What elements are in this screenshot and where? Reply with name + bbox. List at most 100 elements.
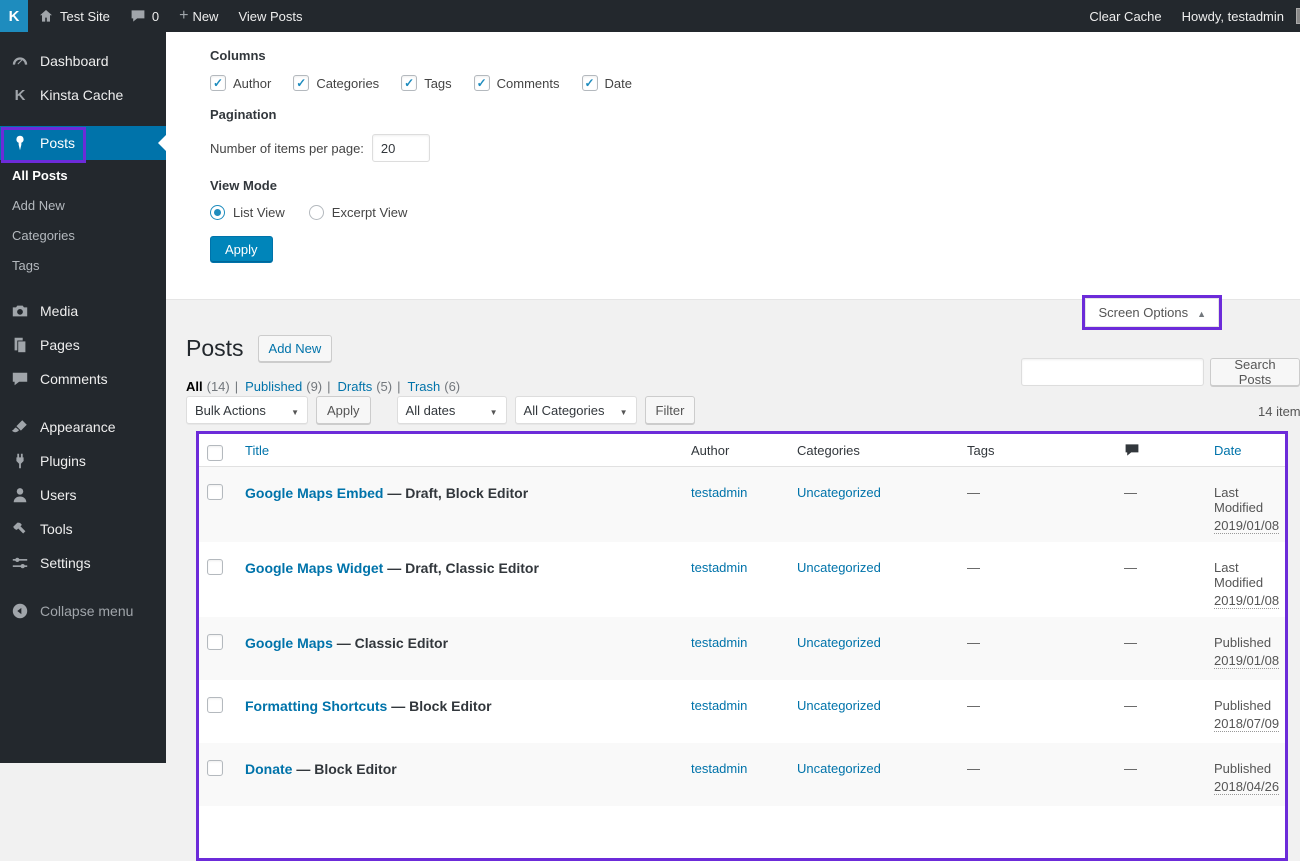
separator: | [234, 379, 239, 394]
sidebar-item-label: Kinsta Cache [40, 87, 124, 103]
kinsta-k-icon: K [14, 86, 26, 104]
bulk-actions-select[interactable]: Bulk Actions [186, 396, 308, 424]
row-checkbox[interactable] [207, 484, 223, 500]
filter-button[interactable]: Filter [644, 396, 696, 424]
sort-title-link[interactable]: Title [245, 443, 269, 458]
checkbox-label: Comments [496, 75, 560, 91]
row-checkbox[interactable] [207, 697, 223, 713]
category-link[interactable]: Uncategorized [797, 698, 881, 713]
checkbox-checked[interactable] [293, 75, 310, 91]
items-count: 14 items [1258, 404, 1300, 419]
view-mode-list[interactable]: List View [210, 205, 285, 220]
admin-bar-comments[interactable]: 0 [120, 0, 169, 32]
select-all-checkbox[interactable] [207, 444, 223, 461]
avatar [1296, 8, 1300, 24]
filter-trash-link[interactable]: Trash (6) [407, 379, 460, 394]
sidebar-item-pages[interactable]: Pages [0, 328, 166, 362]
checkbox-checked[interactable] [210, 75, 226, 91]
checkbox-checked[interactable] [401, 75, 418, 91]
column-toggle-comments[interactable]: Comments [473, 75, 560, 91]
submenu-item-categories[interactable]: Categories [0, 220, 166, 250]
filter-published-link[interactable]: Published (9) [245, 379, 322, 394]
separator: | [327, 379, 331, 394]
new-content-menu[interactable]: + New [169, 0, 228, 32]
bulk-apply-button[interactable]: Apply [316, 396, 371, 424]
sidebar-item-kinsta-cache[interactable]: K Kinsta Cache [0, 78, 166, 112]
column-toggle-date[interactable]: Date [581, 75, 632, 91]
main-content: Columns Author Categories Tags Comments … [166, 32, 1300, 861]
column-toggle-tags[interactable]: Tags [401, 75, 452, 91]
category-link[interactable]: Uncategorized [797, 761, 881, 776]
row-checkbox[interactable] [207, 634, 223, 650]
author-link[interactable]: testadmin [691, 761, 747, 776]
sidebar-item-dashboard[interactable]: Dashboard [0, 44, 166, 78]
add-new-button[interactable]: Add New [257, 335, 333, 363]
category-link[interactable]: Uncategorized [797, 485, 881, 500]
filter-label: Trash [407, 379, 441, 394]
submenu-item-all-posts[interactable]: All Posts [0, 160, 166, 190]
sort-date-link[interactable]: Date [1214, 443, 1241, 458]
sidebar-item-label: Plugins [40, 453, 86, 469]
post-title-link[interactable]: Donate [245, 761, 292, 777]
sidebar-item-posts[interactable]: Posts [0, 126, 166, 160]
tags-value: — [967, 635, 980, 650]
filter-drafts-link[interactable]: Drafts (5) [338, 379, 393, 394]
site-name-menu[interactable]: Test Site [28, 0, 120, 32]
category-link[interactable]: Uncategorized [797, 560, 881, 575]
categories-filter-select[interactable]: All Categories [514, 396, 637, 424]
category-link[interactable]: Uncategorized [797, 635, 881, 650]
submenu-item-tags[interactable]: Tags [0, 250, 166, 280]
items-per-page-input[interactable] [371, 134, 430, 162]
comments-column-icon [1124, 442, 1194, 458]
post-title-link[interactable]: Google Maps [245, 635, 333, 651]
view-mode-excerpt[interactable]: Excerpt View [308, 205, 407, 220]
row-checkbox[interactable] [207, 760, 223, 776]
howdy-account-menu[interactable]: Howdy, testadmin [1172, 0, 1300, 32]
table-header-row: Title Author Categories Tags Date [199, 434, 1285, 467]
post-title-link[interactable]: Google Maps Embed [245, 485, 383, 501]
row-checkbox[interactable] [207, 559, 223, 575]
view-posts-link[interactable]: View Posts [228, 0, 312, 32]
search-posts-button[interactable]: Search Posts [1210, 357, 1300, 387]
author-link[interactable]: testadmin [691, 698, 747, 713]
dates-filter-select[interactable]: All dates [396, 396, 507, 424]
admin-bar-right: Clear Cache Howdy, testadmin [1079, 0, 1300, 32]
author-column-header: Author [691, 442, 730, 458]
date-value: 2018/04/26 [1214, 779, 1280, 795]
author-link[interactable]: testadmin [691, 485, 747, 500]
dashboard-gauge-icon [10, 52, 30, 70]
search-input[interactable] [1021, 358, 1204, 386]
sidebar-item-media[interactable]: Media [0, 294, 166, 328]
post-state: — Block Editor [387, 698, 492, 714]
clear-cache-button[interactable]: Clear Cache [1079, 0, 1171, 32]
sidebar-item-users[interactable]: Users [0, 478, 166, 512]
search-box: Search Posts [1021, 357, 1300, 387]
post-title-link[interactable]: Google Maps Widget [245, 560, 383, 576]
submenu-item-add-new[interactable]: Add New [0, 190, 166, 220]
filter-count: (6) [444, 379, 461, 394]
author-link[interactable]: testadmin [691, 560, 747, 575]
kinsta-logo-icon[interactable]: K [0, 0, 28, 32]
filter-all-link[interactable]: All (14) [186, 379, 230, 394]
sidebar-item-collapse-menu[interactable]: Collapse menu [0, 594, 166, 628]
sidebar-item-plugins[interactable]: Plugins [0, 444, 166, 478]
author-link[interactable]: testadmin [691, 635, 747, 650]
checkbox-label: Tags [424, 75, 452, 91]
table-row: Google Maps — Classic Editor testadmin U… [199, 617, 1285, 680]
radio-selected[interactable] [210, 205, 225, 220]
comments-count: 0 [151, 8, 160, 24]
sidebar-item-settings[interactable]: Settings [0, 546, 166, 580]
sidebar-item-comments[interactable]: Comments [0, 362, 166, 396]
radio-unselected[interactable] [308, 205, 324, 220]
screen-options-apply-button[interactable]: Apply [210, 236, 273, 263]
column-toggle-author[interactable]: Author [210, 75, 271, 91]
column-toggle-categories[interactable]: Categories [293, 75, 379, 91]
screen-options-tab[interactable]: Screen Options [1085, 298, 1219, 327]
sidebar-item-appearance[interactable]: Appearance [0, 410, 166, 444]
checkbox-checked[interactable] [473, 75, 490, 91]
sidebar-item-tools[interactable]: Tools [0, 512, 166, 546]
sidebar-item-label: Media [40, 303, 79, 319]
checkbox-checked[interactable] [581, 75, 598, 91]
chevron-down-icon [283, 403, 299, 418]
post-title-link[interactable]: Formatting Shortcuts [245, 698, 387, 714]
